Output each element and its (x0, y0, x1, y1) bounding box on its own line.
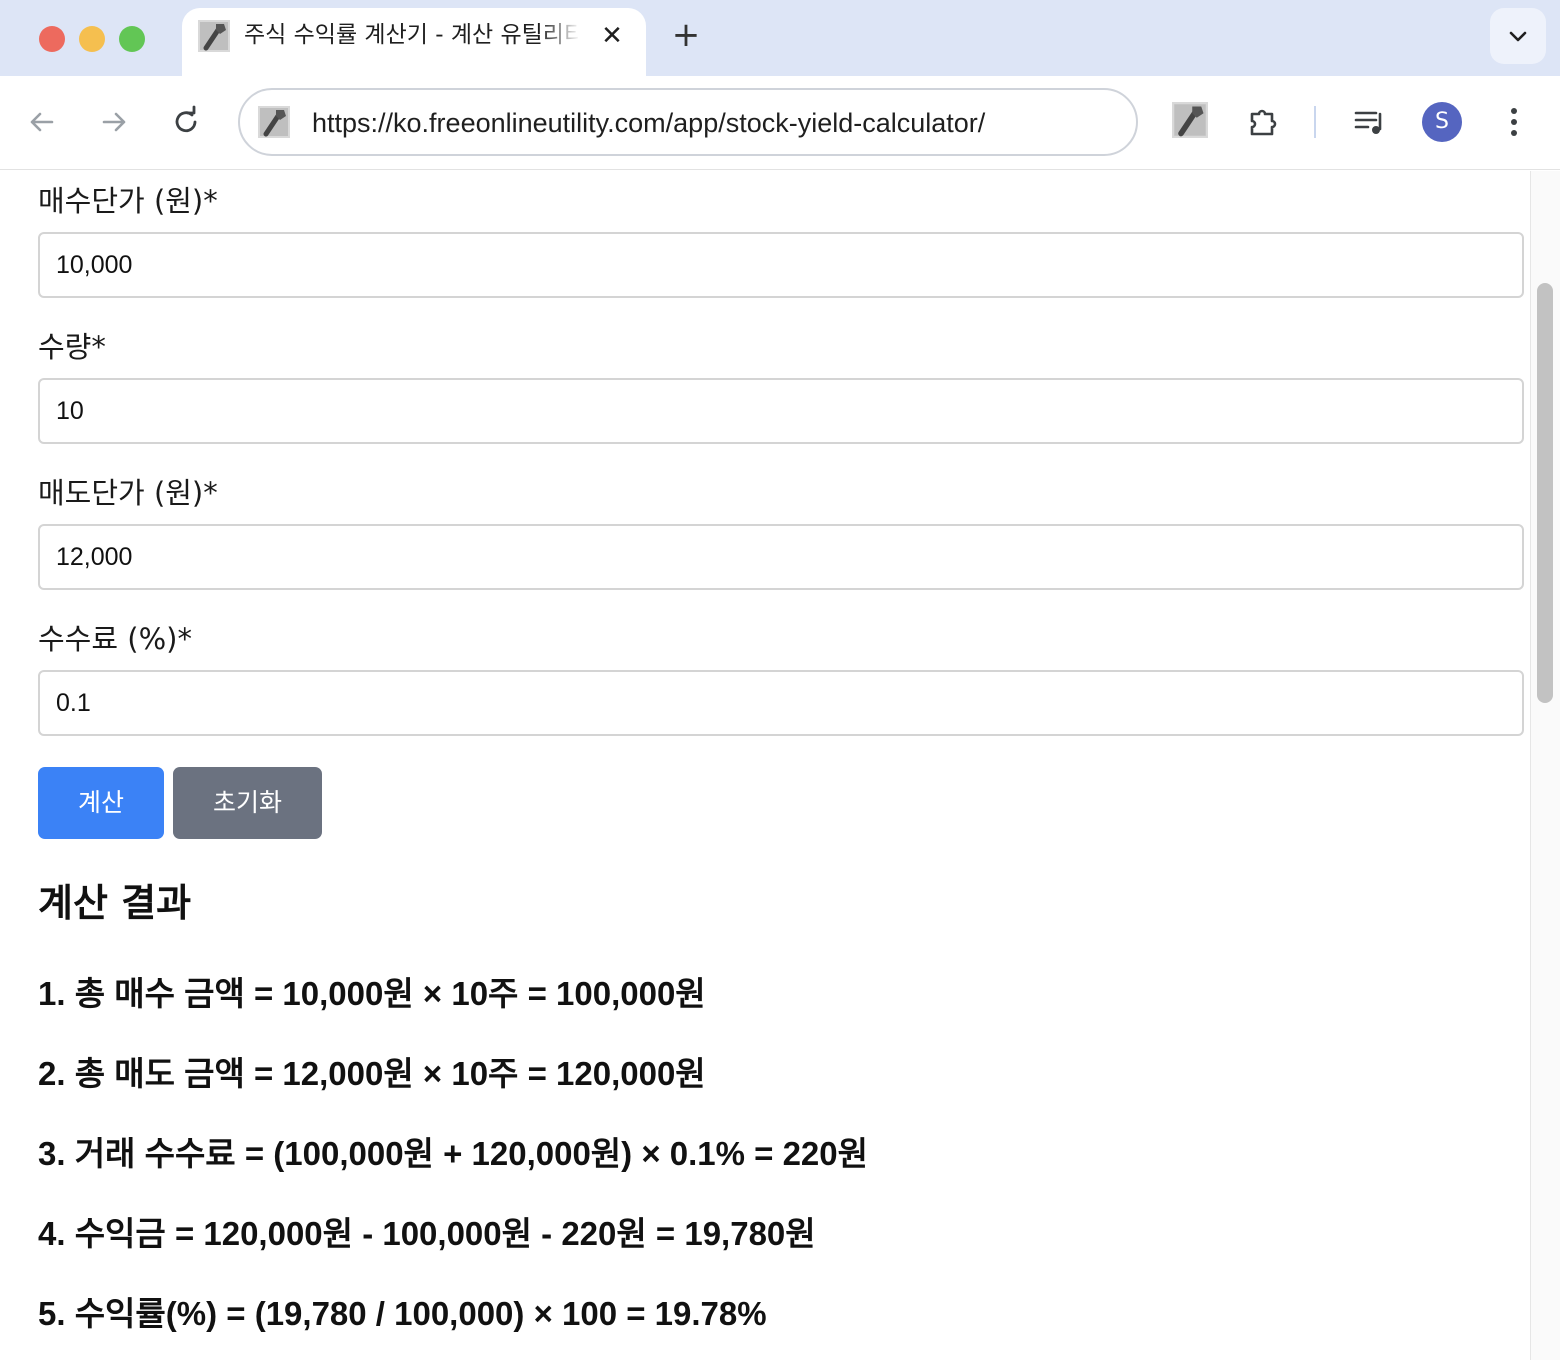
extensions-puzzle-icon (1250, 109, 1277, 136)
window-close-control[interactable] (39, 26, 65, 52)
quantity-input[interactable]: 10 (38, 378, 1524, 444)
toolbar-divider (1314, 106, 1316, 138)
profile-avatar[interactable]: S (1422, 102, 1462, 142)
result-line-yield: 5. 수익률(%) = (19,780 / 100,000) × 100 = 1… (38, 1295, 767, 1332)
new-tab-button[interactable]: + (668, 18, 704, 54)
quantity-label: 수량* (38, 330, 106, 364)
reset-button[interactable]: 초기화 (173, 767, 322, 839)
fee-input[interactable]: 0.1 (38, 670, 1524, 736)
forward-arrow-icon (102, 112, 126, 132)
back-arrow-icon (30, 112, 54, 132)
back-button[interactable] (22, 102, 62, 142)
reload-button[interactable] (166, 102, 206, 142)
media-playlist-icon (1354, 111, 1382, 134)
active-tab[interactable]: 주식 수익률 계산기 - 계산 유틸리티 ✕ (182, 8, 646, 76)
fee-label: 수수료 (%)* (38, 622, 192, 656)
result-line-total-sell: 2. 총 매도 금액 = 12,000원 × 10주 = 120,000원 (38, 1055, 706, 1092)
scrollbar-thumb[interactable] (1537, 283, 1553, 703)
window-zoom-control[interactable] (119, 26, 145, 52)
buy-price-input[interactable]: 10,000 (38, 232, 1524, 298)
result-line-fee: 3. 거래 수수료 = (100,000원 + 120,000원) × 0.1%… (38, 1135, 868, 1172)
page-scrollbar[interactable] (1530, 171, 1560, 1360)
tab-close-icon[interactable]: ✕ (596, 20, 628, 52)
address-bar[interactable]: https://ko.freeonlineutility.com/app/sto… (238, 88, 1138, 156)
chevron-down-icon (1509, 31, 1527, 42)
calculate-button[interactable]: 계산 (38, 767, 164, 839)
forward-button[interactable] (94, 102, 134, 142)
page-viewport: 매수단가 (원)* 10,000 수량* 10 매도단가 (원)* 12,000… (0, 171, 1530, 1360)
wrench-extension-icon (1172, 102, 1208, 138)
extension-wrench-button[interactable] (1172, 102, 1212, 142)
result-title: 계산 결과 (38, 881, 192, 925)
media-controls-button[interactable] (1350, 102, 1390, 142)
wrench-favicon-icon (198, 20, 230, 52)
extensions-button[interactable] (1244, 102, 1284, 142)
reload-icon (175, 105, 197, 133)
site-wrench-icon (258, 106, 290, 138)
buy-price-label: 매수단가 (원)* (38, 184, 218, 218)
sell-price-input[interactable]: 12,000 (38, 524, 1524, 590)
window-minimize-control[interactable] (79, 26, 105, 52)
result-line-total-buy: 1. 총 매수 금액 = 10,000원 × 10주 = 100,000원 (38, 975, 706, 1012)
more-vert-icon (1511, 108, 1517, 136)
browser-toolbar: https://ko.freeonlineutility.com/app/sto… (0, 76, 1560, 170)
tab-search-button[interactable] (1490, 8, 1546, 64)
result-line-profit: 4. 수익금 = 120,000원 - 100,000원 - 220원 = 19… (38, 1215, 816, 1252)
tab-strip: 주식 수익률 계산기 - 계산 유틸리티 ✕ + (0, 0, 1560, 76)
url-text[interactable]: https://ko.freeonlineutility.com/app/sto… (312, 106, 985, 140)
browser-menu-button[interactable] (1498, 102, 1530, 142)
sell-price-label: 매도단가 (원)* (38, 476, 218, 510)
tab-title: 주식 수익률 계산기 - 계산 유틸리티 (244, 22, 580, 48)
